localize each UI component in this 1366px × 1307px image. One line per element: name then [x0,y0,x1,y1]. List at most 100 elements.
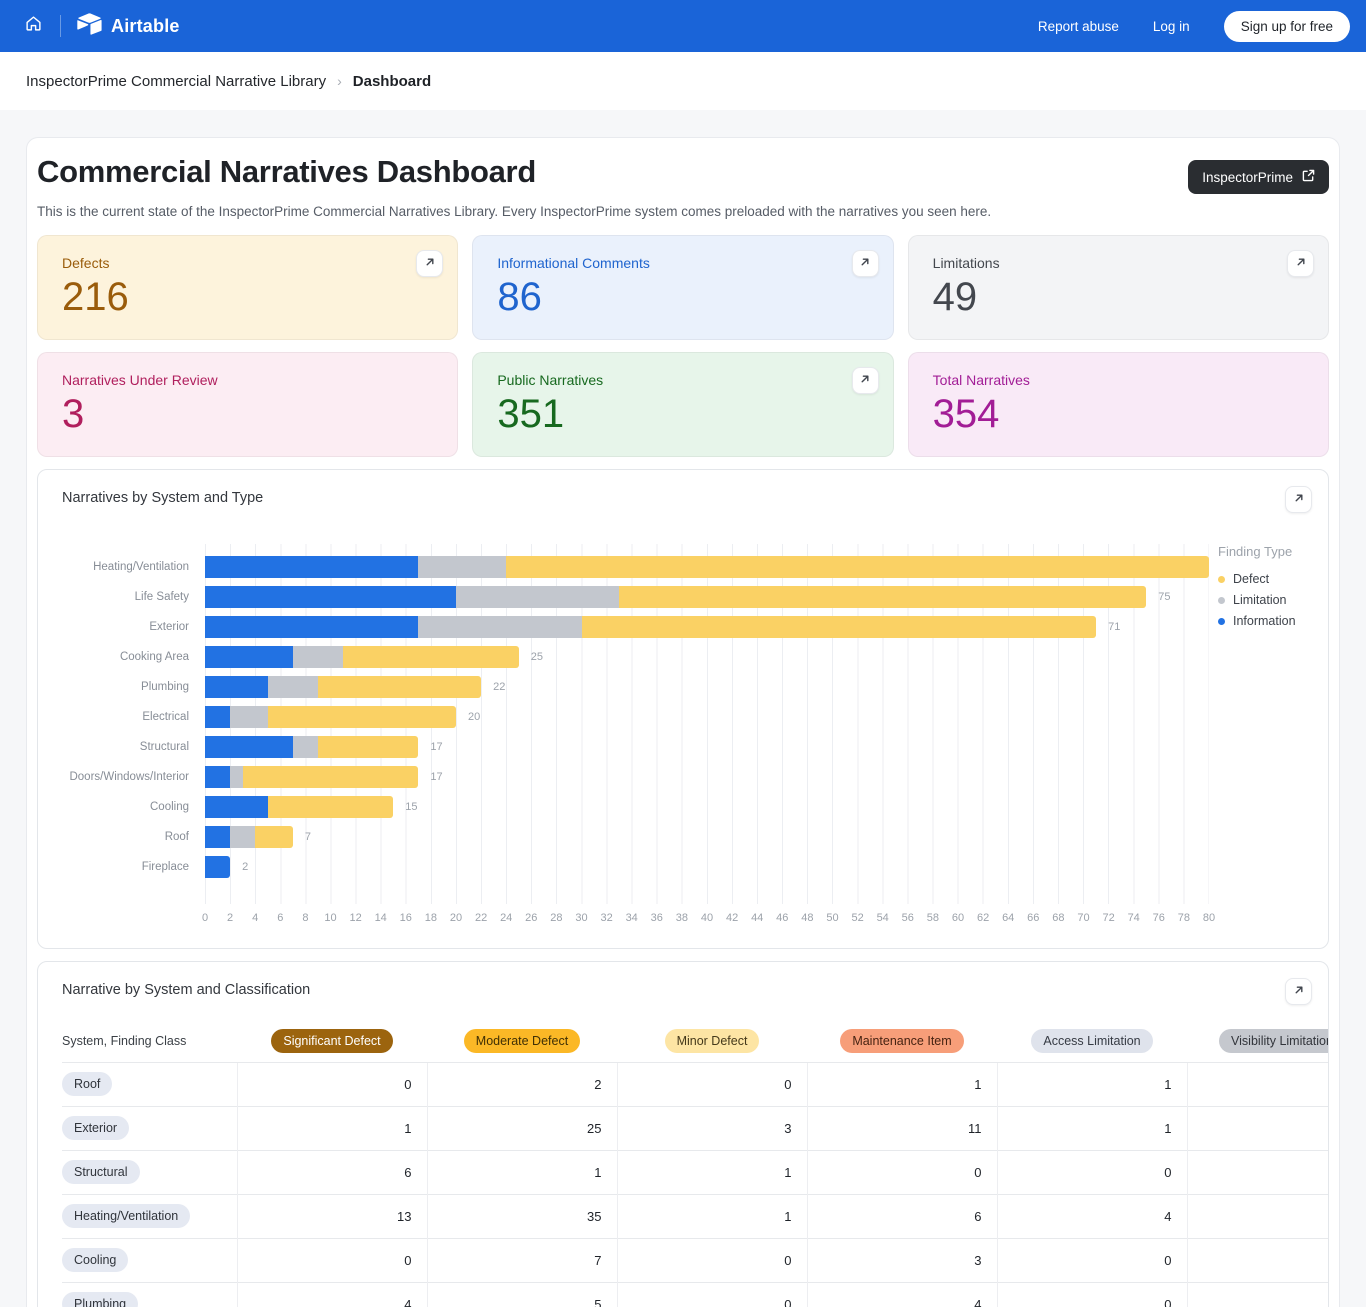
chart-bar-segment-information[interactable] [205,706,230,728]
legend-dot-icon [1218,597,1225,604]
chart-bar[interactable] [205,676,481,698]
report-abuse-link[interactable]: Report abuse [1038,19,1119,34]
chart-bar-segment-information[interactable] [205,856,230,878]
stat-card-grid: Defects216Informational Comments86Limita… [37,235,1329,457]
chart-bar[interactable] [205,826,293,848]
chart-bar[interactable] [205,586,1146,608]
chart-bar[interactable] [205,796,393,818]
chart-x-tick-label: 2 [217,912,243,924]
chart-x-tick-label: 36 [644,912,670,924]
chart-bar-segment-defect[interactable] [243,766,419,788]
table-row[interactable]: Structural61100 [62,1150,1329,1194]
stat-card-expand-button[interactable] [416,250,443,277]
chart-bar-segment-defect[interactable] [318,736,418,758]
chart-bar-segment-information[interactable] [205,586,456,608]
chart-bar[interactable] [205,646,519,668]
chart-bar-segment-limitation[interactable] [456,586,619,608]
chart-bar-segment-defect[interactable] [318,676,481,698]
table-value-cell: 0 [617,1282,807,1307]
chart-bar-segment-limitation[interactable] [418,616,581,638]
stat-card-label: Total Narratives [933,372,1304,388]
chart-x-tick-label: 42 [719,912,745,924]
chart-bar-holder: 17 [205,766,1209,788]
log-in-link[interactable]: Log in [1153,19,1190,34]
chart-x-tick-label: 76 [1146,912,1172,924]
chart-bar-segment-information[interactable] [205,556,418,578]
chart-bar-segment-information[interactable] [205,616,418,638]
chart-bar[interactable] [205,706,456,728]
chart-bar-segment-limitation[interactable] [293,646,343,668]
inspectorprime-external-button[interactable]: InspectorPrime [1188,160,1329,194]
table-header-cell: Maintenance Item [807,1020,997,1062]
chart-row: Life Safety75 [62,582,1328,612]
chart-x-tick-label: 48 [794,912,820,924]
chart-bar-segment-defect[interactable] [268,706,456,728]
table-row[interactable]: Heating/Ventilation1335164 [62,1194,1329,1238]
stat-card-limitations: Limitations49 [908,235,1329,340]
breadcrumb-library-link[interactable]: InspectorPrime Commercial Narrative Libr… [26,73,326,90]
table-row[interactable]: Exterior1253111 [62,1106,1329,1150]
chart-bar-segment-information[interactable] [205,766,230,788]
chart-x-tick-label: 68 [1045,912,1071,924]
chart-row: Electrical20 [62,702,1328,732]
chart-bar-total-label: 20 [468,706,480,728]
airtable-logo[interactable]: Airtable [77,13,180,40]
table-header-cell: Access Limitation [997,1020,1187,1062]
chart-bar-holder: 71 [205,616,1209,638]
chart-bar-segment-information[interactable] [205,826,230,848]
table-header-cell: Minor Defect [617,1020,807,1062]
table-row[interactable]: Cooling07030 [62,1238,1329,1282]
table-card-title: Narrative by System and Classification [38,962,1328,998]
chart-bar-holder: 22 [205,676,1209,698]
chart-bar-segment-limitation[interactable] [230,826,255,848]
chart-bar-segment-limitation[interactable] [230,766,243,788]
table-expand-button[interactable] [1285,978,1312,1005]
table-value-cell: 4 [997,1194,1187,1238]
stat-card-narratives-under-review: Narratives Under Review3 [37,352,458,457]
table-row[interactable]: Plumbing45040 [62,1282,1329,1307]
table-value-cell: 1 [237,1106,427,1150]
chart-bar-segment-limitation[interactable] [418,556,506,578]
home-button[interactable] [16,9,50,43]
chart-x-tick-label: 24 [493,912,519,924]
arrow-up-right-icon [1293,983,1305,1001]
table-row[interactable]: Roof02011 [62,1062,1329,1106]
chart-bar-holder [205,556,1209,578]
chart-bar-segment-limitation[interactable] [230,706,268,728]
chart-bar-segment-information[interactable] [205,796,268,818]
chart-expand-button[interactable] [1285,486,1312,513]
stat-card-expand-button[interactable] [852,250,879,277]
table-value-cell [1187,1194,1329,1238]
chart-bar-segment-defect[interactable] [506,556,1209,578]
chart-x-tick-label: 46 [769,912,795,924]
stat-card-expand-button[interactable] [1287,250,1314,277]
chart-bar-segment-information[interactable] [205,736,293,758]
table-value-cell: 5 [427,1282,617,1307]
chart-x-tick-label: 58 [920,912,946,924]
sign-up-button[interactable]: Sign up for free [1224,11,1350,42]
stat-card-expand-button[interactable] [852,367,879,394]
table-value-cell: 6 [237,1150,427,1194]
chart-bar[interactable] [205,556,1209,578]
table-value-cell: 3 [807,1238,997,1282]
table-value-cell: 4 [237,1282,427,1307]
stat-card-value: 49 [933,276,1304,318]
chart-bar-segment-defect[interactable] [255,826,293,848]
chart-x-tick-label: 56 [895,912,921,924]
chart-bar-segment-limitation[interactable] [268,676,318,698]
chart-bar-segment-defect[interactable] [343,646,519,668]
chart-bar[interactable] [205,766,418,788]
chart-bar-segment-defect[interactable] [619,586,1146,608]
arrow-up-right-icon [424,255,436,273]
chart-bar-segment-information[interactable] [205,646,293,668]
chart-bar-segment-limitation[interactable] [293,736,318,758]
chart-bar[interactable] [205,736,418,758]
chart-bar-segment-defect[interactable] [582,616,1097,638]
chart-x-tick-label: 72 [1096,912,1122,924]
chart-bar[interactable] [205,616,1096,638]
chart-bar-segment-information[interactable] [205,676,268,698]
chart-bar-segment-defect[interactable] [268,796,394,818]
chart-bar[interactable] [205,856,230,878]
external-link-icon [1302,169,1315,185]
arrow-up-right-icon [859,372,871,390]
